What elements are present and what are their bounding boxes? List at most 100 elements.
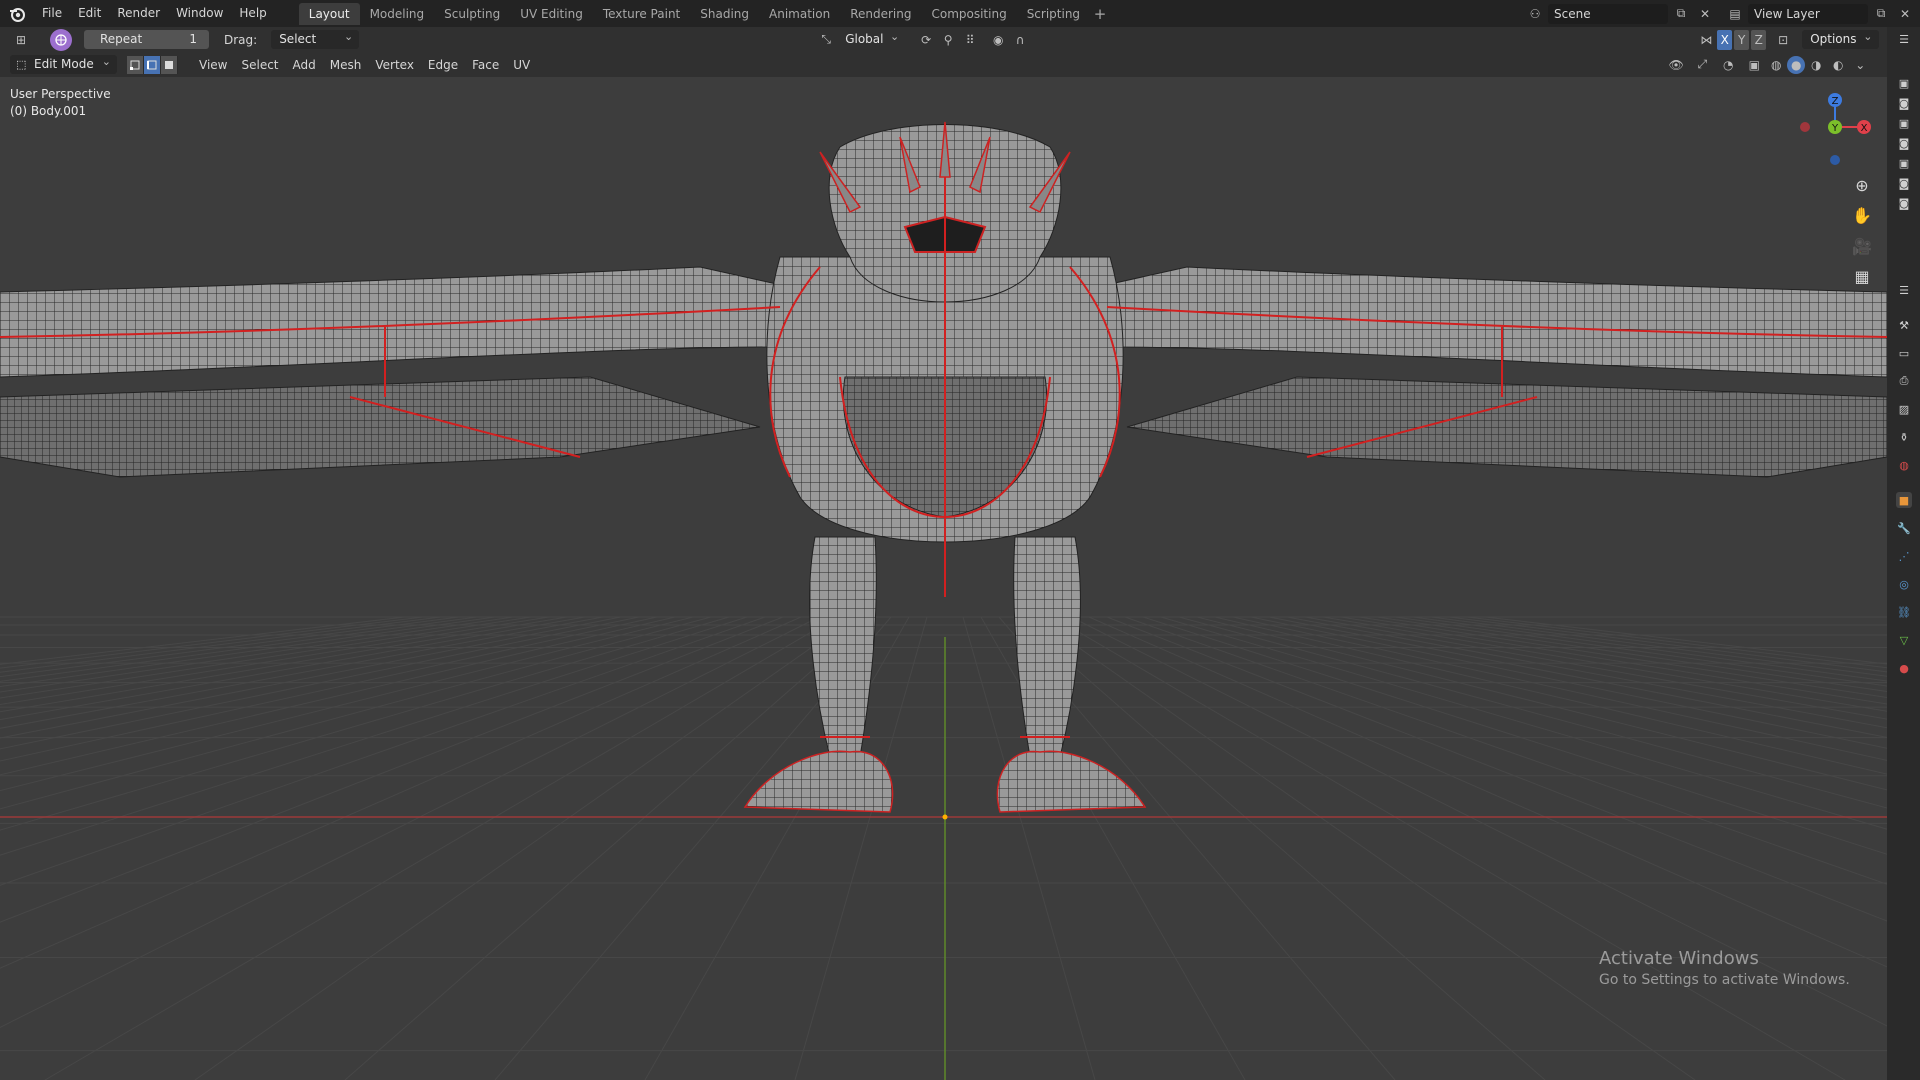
- camera-view-icon[interactable]: 🎥: [1848, 232, 1876, 260]
- physics-properties-icon[interactable]: ◎: [1896, 576, 1912, 592]
- menu-face[interactable]: Face: [465, 58, 506, 72]
- render-properties-icon[interactable]: ▭: [1896, 345, 1912, 361]
- repeat-value: 1: [189, 32, 197, 46]
- menu-view[interactable]: View: [192, 58, 234, 72]
- options-dropdown[interactable]: Options: [1802, 27, 1879, 49]
- pan-hand-icon[interactable]: ✋: [1848, 201, 1876, 229]
- new-view-layer-icon[interactable]: ⧉: [1870, 4, 1892, 24]
- transform-orientation-icon[interactable]: ⤡: [815, 30, 837, 50]
- menu-vertex[interactable]: Vertex: [368, 58, 421, 72]
- add-workspace-button[interactable]: +: [1090, 3, 1110, 25]
- camera-icon-3[interactable]: ◙: [1896, 175, 1912, 191]
- menu-file[interactable]: File: [34, 0, 70, 27]
- wireframe-shading-icon[interactable]: ◍: [1765, 55, 1787, 75]
- menu-window[interactable]: Window: [168, 0, 231, 27]
- menu-help[interactable]: Help: [231, 0, 274, 27]
- falloff-icon[interactable]: ∩: [1009, 30, 1031, 50]
- proportional-edit-icon[interactable]: ◉: [987, 30, 1009, 50]
- tab-animation[interactable]: Animation: [759, 3, 840, 25]
- tab-modeling[interactable]: Modeling: [360, 3, 435, 25]
- menu-uv[interactable]: UV: [506, 58, 537, 72]
- mirror-icon[interactable]: ⋈: [1695, 30, 1717, 50]
- particles-properties-icon[interactable]: ⋰: [1896, 548, 1912, 564]
- menu-edge[interactable]: Edge: [421, 58, 465, 72]
- mode-dropdown[interactable]: ⬚ Edit Mode: [10, 52, 117, 74]
- tab-rendering[interactable]: Rendering: [840, 3, 921, 25]
- tab-scripting[interactable]: Scripting: [1017, 3, 1090, 25]
- scene-icon[interactable]: ⚇: [1524, 4, 1546, 24]
- auto-merge-icon[interactable]: ⊡: [1772, 30, 1794, 50]
- tab-texture-paint[interactable]: Texture Paint: [593, 3, 690, 25]
- camera-icon-2[interactable]: ◙: [1896, 135, 1912, 151]
- right-wing-membrane: [1126, 376, 1887, 478]
- menu-edit[interactable]: Edit: [70, 0, 109, 27]
- viewport-menus: View Select Add Mesh Vertex Edge Face UV: [192, 58, 537, 72]
- world-properties-icon[interactable]: ◍: [1896, 457, 1912, 473]
- menu-mesh[interactable]: Mesh: [323, 58, 369, 72]
- 3d-viewport[interactable]: Z Y X User Perspective (0) Body.001 ⊕ ✋ …: [0, 77, 1887, 1080]
- collection-icon-1[interactable]: ▣: [1896, 75, 1912, 91]
- view-layer-icon[interactable]: ▤: [1724, 4, 1746, 24]
- blender-logo-icon[interactable]: [6, 3, 28, 25]
- mirror-x-toggle[interactable]: X: [1717, 29, 1733, 50]
- data-properties-icon[interactable]: ▽: [1896, 632, 1912, 648]
- tool-properties-icon[interactable]: ⚒: [1896, 317, 1912, 333]
- menu-add[interactable]: Add: [286, 58, 323, 72]
- viewport-scene: Z Y X: [0, 93, 1887, 1080]
- grid-line: [1340, 616, 1887, 705]
- tab-uv-editing[interactable]: UV Editing: [510, 3, 593, 25]
- view-layer-properties-icon[interactable]: ▨: [1896, 401, 1912, 417]
- camera-icon-1[interactable]: ◙: [1896, 95, 1912, 111]
- view-layer-field[interactable]: View Layer: [1748, 3, 1868, 24]
- gizmo-z-label: Z: [1832, 96, 1839, 107]
- constraints-properties-icon[interactable]: ⛓: [1896, 604, 1912, 620]
- outliner-toggle-icon[interactable]: ☰: [1896, 31, 1912, 47]
- snap-icon[interactable]: ⚲: [937, 30, 959, 50]
- new-scene-icon[interactable]: ⧉: [1670, 4, 1692, 24]
- modifier-properties-icon[interactable]: 🔧: [1896, 520, 1912, 536]
- scene-field[interactable]: Scene: [1548, 3, 1668, 24]
- gizmo-neg-x-icon[interactable]: [1800, 122, 1810, 132]
- vertex-select-icon[interactable]: [127, 55, 144, 74]
- scene-properties-icon[interactable]: ⚱: [1896, 429, 1912, 445]
- xray-toggle-icon[interactable]: ▣: [1743, 55, 1765, 75]
- editor-type-icon[interactable]: ⊞: [10, 30, 32, 50]
- close-view-layer-icon[interactable]: ✕: [1894, 4, 1916, 24]
- camera-icon-4[interactable]: ◙: [1896, 195, 1912, 211]
- overlay-toggle-icon[interactable]: ◔: [1717, 55, 1739, 75]
- properties-toggle-icon[interactable]: ☰: [1896, 282, 1912, 298]
- menu-select[interactable]: Select: [234, 58, 285, 72]
- tab-layout[interactable]: Layout: [298, 2, 360, 25]
- tab-sculpting[interactable]: Sculpting: [434, 3, 510, 25]
- face-select-icon[interactable]: [161, 55, 178, 74]
- material-shading-icon[interactable]: ◑: [1805, 55, 1827, 75]
- navigation-gizmo[interactable]: Z Y X: [1800, 93, 1871, 165]
- close-scene-icon[interactable]: ✕: [1694, 4, 1716, 24]
- last-operator-repeat[interactable]: Repeat 1: [84, 30, 209, 49]
- output-properties-icon[interactable]: ⎙: [1896, 373, 1912, 389]
- object-properties-icon[interactable]: ■: [1896, 492, 1912, 508]
- collection-icon-2[interactable]: ▣: [1896, 115, 1912, 131]
- snap-increment-icon[interactable]: ⠿: [959, 30, 981, 50]
- rendered-shading-icon[interactable]: ◐: [1827, 55, 1849, 75]
- gizmo-neg-z-icon[interactable]: [1830, 155, 1840, 165]
- solid-shading-icon[interactable]: ●: [1787, 55, 1806, 74]
- pivot-point-icon[interactable]: ⟳: [915, 30, 937, 50]
- collection-icon-3[interactable]: ▣: [1896, 155, 1912, 171]
- menu-render[interactable]: Render: [109, 0, 168, 27]
- mirror-z-toggle[interactable]: Z: [1751, 29, 1767, 50]
- tab-compositing[interactable]: Compositing: [921, 3, 1016, 25]
- tool-icon[interactable]: [50, 28, 72, 51]
- drag-select-dropdown[interactable]: Select Box: [271, 27, 360, 65]
- zoom-icon[interactable]: ⊕: [1848, 171, 1876, 199]
- visibility-icon[interactable]: 👁: [1665, 55, 1687, 75]
- mirror-y-toggle[interactable]: Y: [1734, 29, 1750, 50]
- ortho-grid-icon[interactable]: ▦: [1848, 262, 1876, 290]
- grid-line: [1430, 616, 1887, 677]
- gizmo-toggle-icon[interactable]: ⤢: [1691, 55, 1713, 75]
- material-properties-icon[interactable]: ●: [1896, 660, 1912, 676]
- orientation-dropdown[interactable]: Global: [837, 27, 905, 49]
- tab-shading[interactable]: Shading: [690, 3, 759, 25]
- edge-select-icon[interactable]: [144, 55, 161, 74]
- shading-options-icon[interactable]: ⌄: [1849, 55, 1871, 75]
